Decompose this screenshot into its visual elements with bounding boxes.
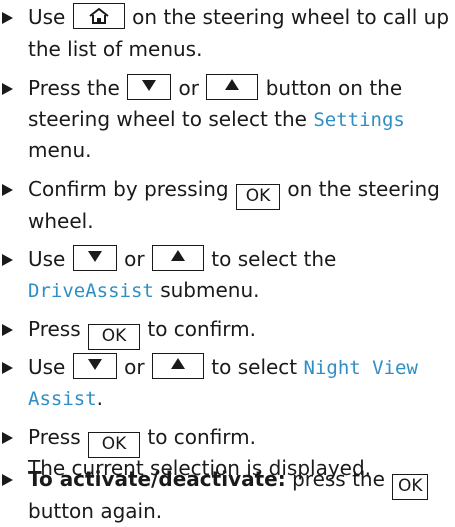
bullet-triangle-icon — [2, 474, 13, 486]
up-arrow-icon — [170, 358, 185, 369]
up-button-key — [151, 353, 204, 379]
step-6-line-1: Use or to select Night View — [28, 352, 418, 382]
step-text: or — [124, 247, 145, 271]
driveassist-menu-name: DriveAssist — [28, 280, 154, 302]
step-text: or — [124, 355, 145, 379]
step-2-line-2: steering wheel to select the Settings — [28, 104, 405, 134]
step-7-line-1: Press OK to confirm. — [28, 422, 257, 458]
step-5-line-1: Press OK to confirm. — [28, 314, 257, 350]
ok-button-key: OK — [235, 184, 280, 210]
step-text: Use — [28, 247, 66, 271]
step-text: button on the — [265, 76, 403, 100]
bullet-triangle-icon — [2, 254, 13, 266]
bullet-triangle-icon — [2, 432, 13, 444]
step-2-line-1: Press the or button on the — [28, 73, 402, 103]
down-button-key — [72, 353, 117, 379]
step-text: Use — [28, 355, 66, 379]
step-6-line-2: Assist. — [28, 383, 103, 413]
bullet-triangle-icon — [2, 184, 13, 196]
step-text: to select the — [211, 247, 337, 271]
step-text: to confirm. — [147, 317, 257, 341]
step-text: to select — [211, 355, 298, 379]
up-button-key — [206, 74, 259, 100]
step-1-line-1: Use on the steering wheel to call up — [28, 2, 449, 32]
bullet-triangle-icon — [2, 324, 13, 336]
down-button-key — [72, 245, 117, 271]
step-4-line-1: Use or to select the — [28, 244, 336, 274]
bullet-triangle-icon — [2, 362, 13, 374]
down-arrow-icon — [87, 251, 102, 262]
bullet-triangle-icon — [2, 12, 13, 24]
step-text: or — [178, 76, 200, 100]
step-4-line-2: DriveAssist submenu. — [28, 275, 260, 305]
ok-button-key: OK — [88, 324, 140, 350]
up-arrow-icon — [225, 79, 240, 90]
home-button-key — [72, 3, 125, 29]
night-view-menu-name: Night View — [303, 357, 418, 379]
up-arrow-icon — [170, 250, 185, 261]
bullet-triangle-icon — [2, 83, 13, 95]
activate-deactivate-label: To activate/deactivate: — [28, 467, 286, 491]
home-icon — [89, 7, 109, 24]
step-text: . — [96, 386, 103, 410]
step-text: Press the — [28, 76, 120, 100]
step-text: on the steering wheel to call up — [132, 5, 450, 29]
step-text: Confirm by pressing — [28, 177, 229, 201]
step-text: press the — [292, 467, 385, 491]
settings-menu-name: Settings — [313, 109, 405, 131]
step-text: submenu. — [160, 278, 260, 302]
ok-button-key: OK — [392, 474, 429, 500]
down-button-key — [127, 74, 172, 100]
step-3-line-1: Confirm by pressing OK on the steering — [28, 174, 440, 210]
step-text: Press — [28, 425, 81, 449]
step-1-line-2: the list of menus. — [28, 37, 203, 61]
step-text: on the steering — [287, 177, 440, 201]
down-arrow-icon — [87, 359, 102, 370]
step-2-line-3: menu. — [28, 138, 92, 162]
step-text: Use — [28, 5, 66, 29]
step-8-line-1: To activate/deactivate: press the OK — [28, 464, 429, 500]
step-text: Press — [28, 317, 81, 341]
up-button-key — [151, 245, 204, 271]
assist-menu-name: Assist — [28, 388, 97, 410]
step-8-line-2: button again. — [28, 499, 163, 523]
down-arrow-icon — [142, 80, 157, 91]
step-3-line-2: wheel. — [28, 209, 94, 233]
step-text: steering wheel to select the — [28, 107, 307, 131]
step-text: to confirm. — [147, 425, 257, 449]
